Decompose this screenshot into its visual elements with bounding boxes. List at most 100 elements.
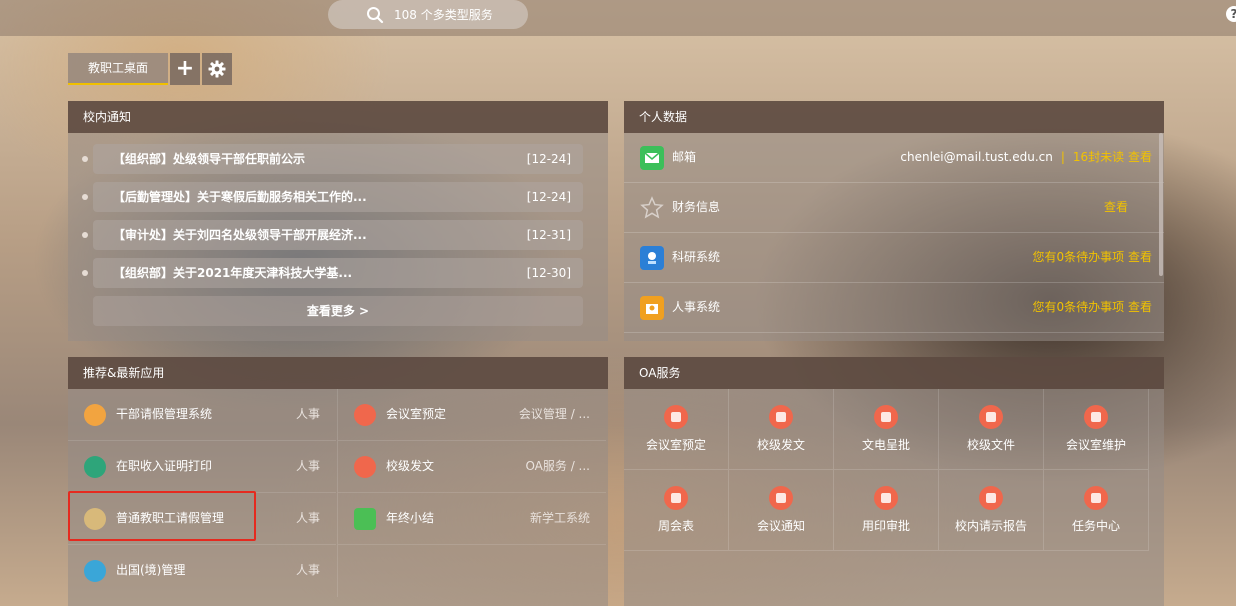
mail-icon [640,146,664,170]
oa-item-request-report[interactable]: 校内请示报告 [939,470,1044,551]
airplane-icon [84,560,106,582]
app-category: 人事 [295,407,320,421]
app-category: 新学工系统 [529,511,590,525]
notice-date: [12-31] [526,228,571,242]
notice-date: [12-24] [526,152,571,166]
oa-item-label: 校内请示报告 [954,519,1027,533]
oa-item-task-center[interactable]: 任务中心 [1044,470,1149,551]
app-item[interactable]: 干部请假管理系统 人事 [68,389,336,441]
app-label: 干部请假管理系统 [116,407,213,421]
app-category: 人事 [295,511,320,525]
app-item[interactable]: 年终小结 新学工系统 [338,493,606,545]
app-label: 年终小结 [386,511,435,525]
meeting-room-icon [664,405,688,429]
star-icon [640,196,664,220]
recommended-apps-panel: 推荐&最新应用 干部请假管理系统 人事 在职收入证明打印 人事 普通教职工请假管… [68,357,608,606]
oa-item-label: 用印审批 [861,519,910,533]
oa-item-meeting-room[interactable]: 会议室预定 [624,389,729,470]
app-category: 会议管理 / ... [518,407,590,421]
notice-item[interactable]: 【组织部】关于2021年度天津科技大学基... [12-30] [82,258,583,288]
approval-icon [874,405,898,429]
oa-item-label: 会议通知 [756,519,805,533]
app-label: 校级发文 [386,459,435,473]
search-icon [367,6,384,23]
help-icon[interactable]: ? [1226,6,1236,22]
view-more-button[interactable]: 查看更多 > [93,296,583,326]
settings-button[interactable] [202,53,233,85]
personal-row-right: chenlei@mail.tust.edu.cn | 16封未读 查看 [900,133,1152,182]
personal-row-research[interactable]: 科研系统 您有0条待办事项 查看 [624,233,1164,283]
search-placeholder: 108 个多类型服务 [394,8,493,22]
oa-item-room-maintenance[interactable]: 会议室维护 [1044,389,1149,470]
summary-icon [354,508,376,530]
app-category: OA服务 / ... [525,459,590,473]
notices-panel: 校内通知 【组织部】处级领导干部任职前公示 [12-24] 【后勤管理处】关于寒… [68,101,608,341]
scrollbar[interactable] [1159,133,1163,276]
seal-icon [874,486,898,510]
meeting-room-icon [354,404,376,426]
notice-item[interactable]: 【审计处】关于刘四名处级领导干部开展经济... [12-31] [82,220,583,250]
oa-item-label: 校级发文 [756,438,805,452]
oa-item-school-file[interactable]: 校级文件 [939,389,1044,470]
personal-row-label: 人事系统 [672,300,721,314]
notice-text: 【后勤管理处】关于寒假后勤服务相关工作的... [113,190,367,204]
oa-item-label: 文电呈批 [861,438,910,452]
personal-row-label: 财务信息 [672,200,721,214]
app-item[interactable]: 在职收入证明打印 人事 [68,441,336,493]
finance-view-link[interactable]: 查看 [1104,183,1128,232]
oa-item-label: 校级文件 [966,438,1015,452]
app-item[interactable]: 会议室预定 会议管理 / ... [338,389,606,441]
personal-row-finance[interactable]: 财务信息 查看 [624,183,1164,233]
notice-item[interactable]: 【后勤管理处】关于寒假后勤服务相关工作的... [12-24] [82,182,583,212]
research-icon [640,246,664,270]
app-category: 人事 [295,563,320,577]
personal-row-label: 邮箱 [672,150,697,164]
add-tab-button[interactable]: + [170,53,201,85]
app-item[interactable]: 出国(境)管理 人事 [68,545,336,596]
bullet-icon [82,270,88,276]
notice-date: [12-30] [526,266,571,280]
personal-data-title: 个人数据 [624,101,1164,133]
personal-data-panel: 个人数据 邮箱 chenlei@mail.tust.edu.cn | 16封未读 查… [624,101,1164,341]
bullet-icon [82,232,88,238]
personal-row-label: 科研系统 [672,250,721,264]
tab-staff-desktop[interactable]: 教职工桌面 [68,53,169,85]
notice-text: 【组织部】处级领导干部任职前公示 [113,152,306,166]
oa-item-label: 会议室维护 [1065,438,1126,452]
oa-item-weekly-meeting[interactable]: 周会表 [624,470,729,551]
notice-text: 【组织部】关于2021年度天津科技大学基... [113,266,353,280]
plus-icon: + [175,56,195,81]
service-search[interactable]: 108 个多类型服务 [328,0,528,29]
hr-todo-link[interactable]: 您有0条待办事项 查看 [1033,283,1152,332]
personal-row-hr[interactable]: 人事系统 您有0条待办事项 查看 [624,283,1164,333]
oa-services-title: OA服务 [624,357,1164,389]
hr-icon [640,296,664,320]
desktop-tabs: 教职工桌面 + [68,53,233,85]
gear-icon [208,60,226,78]
recommended-apps-title: 推荐&最新应用 [68,357,608,389]
bullet-icon [82,194,88,200]
notice-date: [12-24] [526,190,571,204]
document-icon [769,405,793,429]
bullet-icon [82,156,88,162]
oa-item-seal-approval[interactable]: 用印审批 [834,470,939,551]
app-label: 在职收入证明打印 [116,459,213,473]
email-address: chenlei@mail.tust.edu.cn [900,150,1053,164]
app-label: 会议室预定 [386,407,447,421]
highlight-box [68,491,256,541]
oa-item-meeting-notice[interactable]: 会议通知 [729,470,834,551]
printer-icon [84,456,106,478]
bell-icon [769,486,793,510]
app-item[interactable]: 校级发文 OA服务 / ... [338,441,606,493]
oa-services-panel: OA服务 会议室预定 校级发文 文电呈批 校级文件 会议室维护 周会表 会议通知… [624,357,1164,606]
table-icon [664,486,688,510]
document-icon [354,456,376,478]
personal-row-mail[interactable]: 邮箱 chenlei@mail.tust.edu.cn | 16封未读 查看 [624,133,1164,183]
unread-mail-link[interactable]: 16封未读 查看 [1073,150,1152,164]
notice-item[interactable]: 【组织部】处级领导干部任职前公示 [12-24] [82,144,583,174]
oa-item-school-doc[interactable]: 校级发文 [729,389,834,470]
separator: | [1060,150,1065,164]
oa-item-telegram-approval[interactable]: 文电呈批 [834,389,939,470]
research-todo-link[interactable]: 您有0条待办事项 查看 [1033,233,1152,282]
oa-item-label: 周会表 [657,519,694,533]
